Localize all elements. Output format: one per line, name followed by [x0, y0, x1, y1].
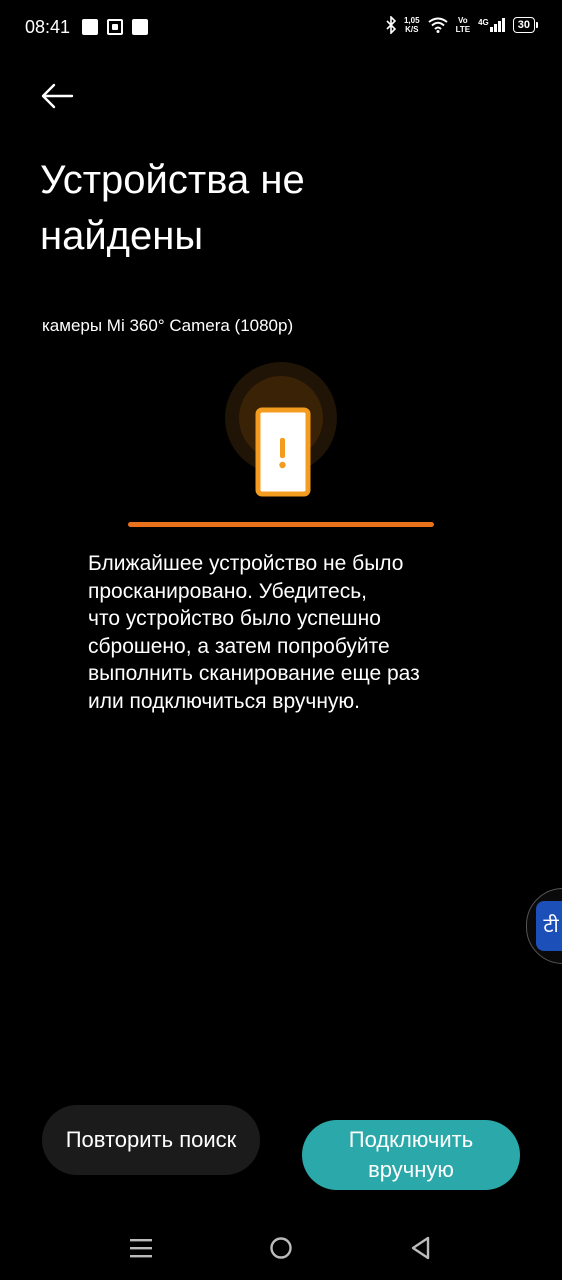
error-message-line: что устройство было успешно: [88, 607, 381, 630]
signal-icon: 4G: [478, 18, 505, 32]
battery-level: 30: [512, 17, 535, 33]
warning-mark: [280, 438, 285, 458]
status-bar: 08:41 1,05 K/S Vo LTE 4G 30: [0, 0, 562, 56]
net-speed: 1,05 K/S: [404, 16, 420, 34]
connect-manually-label: вручную: [368, 1157, 454, 1182]
status-time: 08:41: [25, 17, 71, 37]
floating-translate-widget[interactable]: टी: [526, 888, 562, 964]
connect-manually-button[interactable]: Подключить вручную: [302, 1120, 520, 1190]
page-title: Устройства не найдены: [40, 152, 520, 264]
battery-icon: 30: [512, 17, 538, 33]
error-message-line: просканировано. Убедитесь,: [88, 579, 367, 603]
back-button[interactable]: [38, 80, 78, 112]
net-speed-unit: K/S: [405, 25, 419, 34]
system-nav-bar: [130, 1236, 430, 1260]
status-icons: 1,05 K/S Vo LTE 4G 30: [386, 16, 538, 34]
connect-manually-label: Подключить: [348, 1127, 474, 1152]
page-title-line: Устройства не: [40, 158, 305, 202]
battery-tip: [536, 22, 538, 28]
error-message-line: или подключиться вручную.: [88, 689, 361, 713]
progress-line: [128, 522, 434, 527]
signal-bar: [497, 21, 501, 32]
network-type: 4G: [478, 18, 489, 27]
volte-top: Vo: [458, 16, 468, 25]
recents-menu-icon[interactable]: [130, 1239, 152, 1258]
page-title-line: найдены: [40, 214, 204, 258]
notification-icon: [132, 19, 148, 35]
back-arrow-icon: [41, 83, 74, 109]
signal-bar: [493, 24, 497, 32]
warning-dot: [279, 461, 286, 469]
translate-icon: टी: [536, 901, 562, 951]
volte-bottom: LTE: [455, 25, 471, 34]
net-speed-value: 1,05: [403, 16, 420, 25]
signal-bar: [501, 18, 505, 32]
bluetooth-icon: [386, 16, 396, 34]
device-not-found-illustration: [128, 362, 434, 527]
signal-bar: [489, 27, 493, 32]
device-name: камеры Mi 360° Camera (1080p): [42, 316, 294, 335]
error-message-line: сброшено, а затем попробуйте: [88, 634, 390, 658]
notification-icon: [82, 19, 98, 35]
error-message-line: Ближайшее устройство не было: [88, 552, 404, 575]
volte-indicator: Vo LTE: [456, 16, 471, 34]
back-nav-icon[interactable]: [411, 1236, 430, 1260]
screenshot-icon: [107, 19, 123, 35]
error-message: Ближайшее устройство не было просканиров…: [88, 550, 488, 715]
home-icon[interactable]: [270, 1237, 292, 1259]
retry-search-button[interactable]: Повторить поиск: [42, 1105, 260, 1175]
wifi-icon: [427, 17, 448, 33]
error-message-line: выполнить сканирование еще раз: [88, 662, 420, 685]
